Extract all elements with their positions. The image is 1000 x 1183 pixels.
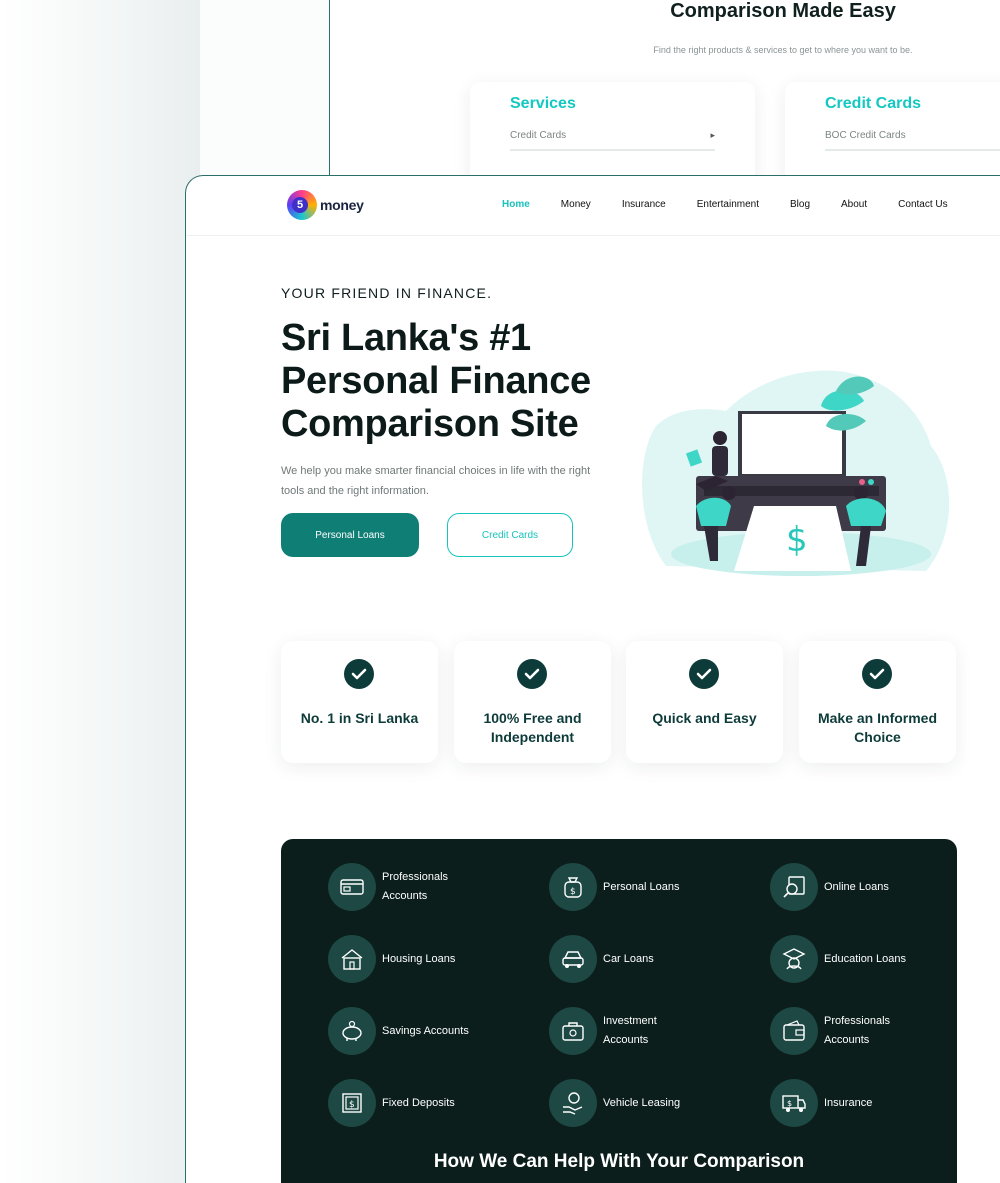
page: Comparison Made Easy Find the right prod… [0,0,1000,1183]
briefcase-icon [549,1007,597,1055]
services-dropdown[interactable]: Credit Cards ▸ [510,130,715,151]
truck-dollar-icon: $ [770,1079,818,1127]
credit-cards-dropdown[interactable]: BOC Credit Cards [825,130,1000,151]
services-dropdown-value: Credit Cards [510,130,567,141]
services-card-heading: Services [510,95,576,112]
logo-mark-icon: 5 [287,190,317,220]
back-title: Comparison Made Easy [670,0,896,22]
background-gradient [0,0,200,1183]
service-label: Online Loans [824,880,889,893]
service-label: Fixed Deposits [382,1096,455,1109]
service-label: Car Loans [603,952,654,965]
service-tile[interactable]: Online Loans [770,863,914,911]
svg-text:$: $ [787,1099,792,1108]
check-circle-icon [689,659,719,689]
service-label: Personal Loans [603,880,680,893]
credit-cards-card-heading: Credit Cards [825,95,922,112]
service-tile[interactable]: Housing Loans [328,935,472,983]
dollar-box-icon: $ [328,1079,376,1127]
nav-money[interactable]: Money [561,199,591,210]
feature-card: 100% Free and Independent [454,641,611,763]
feature-card: Make an Informed Choice [799,641,956,763]
nav-entertainment[interactable]: Entertainment [697,199,759,210]
card-icon [328,863,376,911]
car-icon [549,935,597,983]
service-label: Professionals Accounts [382,871,449,902]
feature-card: No. 1 in Sri Lanka [281,641,438,763]
services-heading: How We Can Help With Your Comparison [433,1151,805,1172]
hero-eyebrow: YOUR FRIEND IN FINANCE. [281,285,493,301]
logo-text: money [320,197,364,213]
service-tile[interactable]: Education Loans [770,935,914,983]
feature-label: 100% Free and Independent [483,710,582,745]
svg-text:$: $ [349,1100,355,1110]
personal-loans-button[interactable]: Personal Loans [281,513,419,557]
house-icon [328,935,376,983]
service-label: Housing Loans [382,952,456,965]
hero-headline: Sri Lanka's #1 Personal Finance Comparis… [281,317,591,445]
service-label: Investment Accounts [603,1015,657,1046]
check-circle-icon [344,659,374,689]
svg-text:$: $ [570,887,576,897]
service-tile[interactable]: Car Loans [549,935,693,983]
main-window: 5 money Home Money Insurance Entertainme… [185,175,1000,1183]
service-tile[interactable]: $ Fixed Deposits [328,1079,472,1127]
check-circle-icon [517,659,547,689]
wallet-icon [770,1007,818,1055]
credit-cards-button[interactable]: Credit Cards [447,513,573,557]
money-bag-icon: $ [549,863,597,911]
feature-label: Quick and Easy [652,710,757,726]
service-tile[interactable]: $ Insurance [770,1079,914,1127]
service-label: Professionals Accounts [824,1015,891,1046]
service-label: Education Loans [824,952,906,965]
service-label: Insurance [824,1096,873,1109]
back-window: Comparison Made Easy Find the right prod… [329,0,1000,192]
hero-lead: We help you make smarter financial choic… [281,465,591,497]
nav-home[interactable]: Home [502,199,530,210]
nav-links: Home Money Insurance Entertainment Blog … [502,199,979,210]
hand-coin-icon [549,1079,597,1127]
dollar-symbol: $ [786,520,808,560]
feature-label: Make an Informed Choice [817,710,938,745]
nav-blog[interactable]: Blog [790,199,810,210]
piggy-bank-icon [328,1007,376,1055]
feature-card: Quick and Easy [626,641,783,763]
nav-insurance[interactable]: Insurance [622,199,666,210]
service-label: Vehicle Leasing [603,1096,681,1109]
online-loan-icon [770,863,818,911]
credit-cards-dropdown-value: BOC Credit Cards [825,130,906,141]
nav-contact-us[interactable]: Contact Us [898,199,947,210]
navbar: 5 money Home Money Insurance Entertainme… [186,176,1000,236]
service-tile[interactable]: $ Personal Loans [549,863,693,911]
chevron-right-icon: ▸ [710,130,715,140]
service-tile[interactable]: Vehicle Leasing [549,1079,693,1127]
service-tile[interactable]: Savings Accounts [328,1007,472,1055]
back-subtitle: Find the right products & services to ge… [653,45,913,55]
service-tile[interactable]: Professionals Accounts [328,863,472,911]
services-panel: Professionals Accounts $ Personal Loans … [281,839,957,1183]
logo[interactable]: 5 money [287,190,364,220]
service-label: Savings Accounts [382,1024,469,1037]
service-tile[interactable]: Investment Accounts [549,1007,693,1055]
feature-label: No. 1 in Sri Lanka [300,710,419,726]
graduation-icon [770,935,818,983]
service-tile[interactable]: Professionals Accounts [770,1007,914,1055]
check-circle-icon [862,659,892,689]
hero-illustration: $ [642,370,950,576]
nav-about[interactable]: About [841,199,867,210]
